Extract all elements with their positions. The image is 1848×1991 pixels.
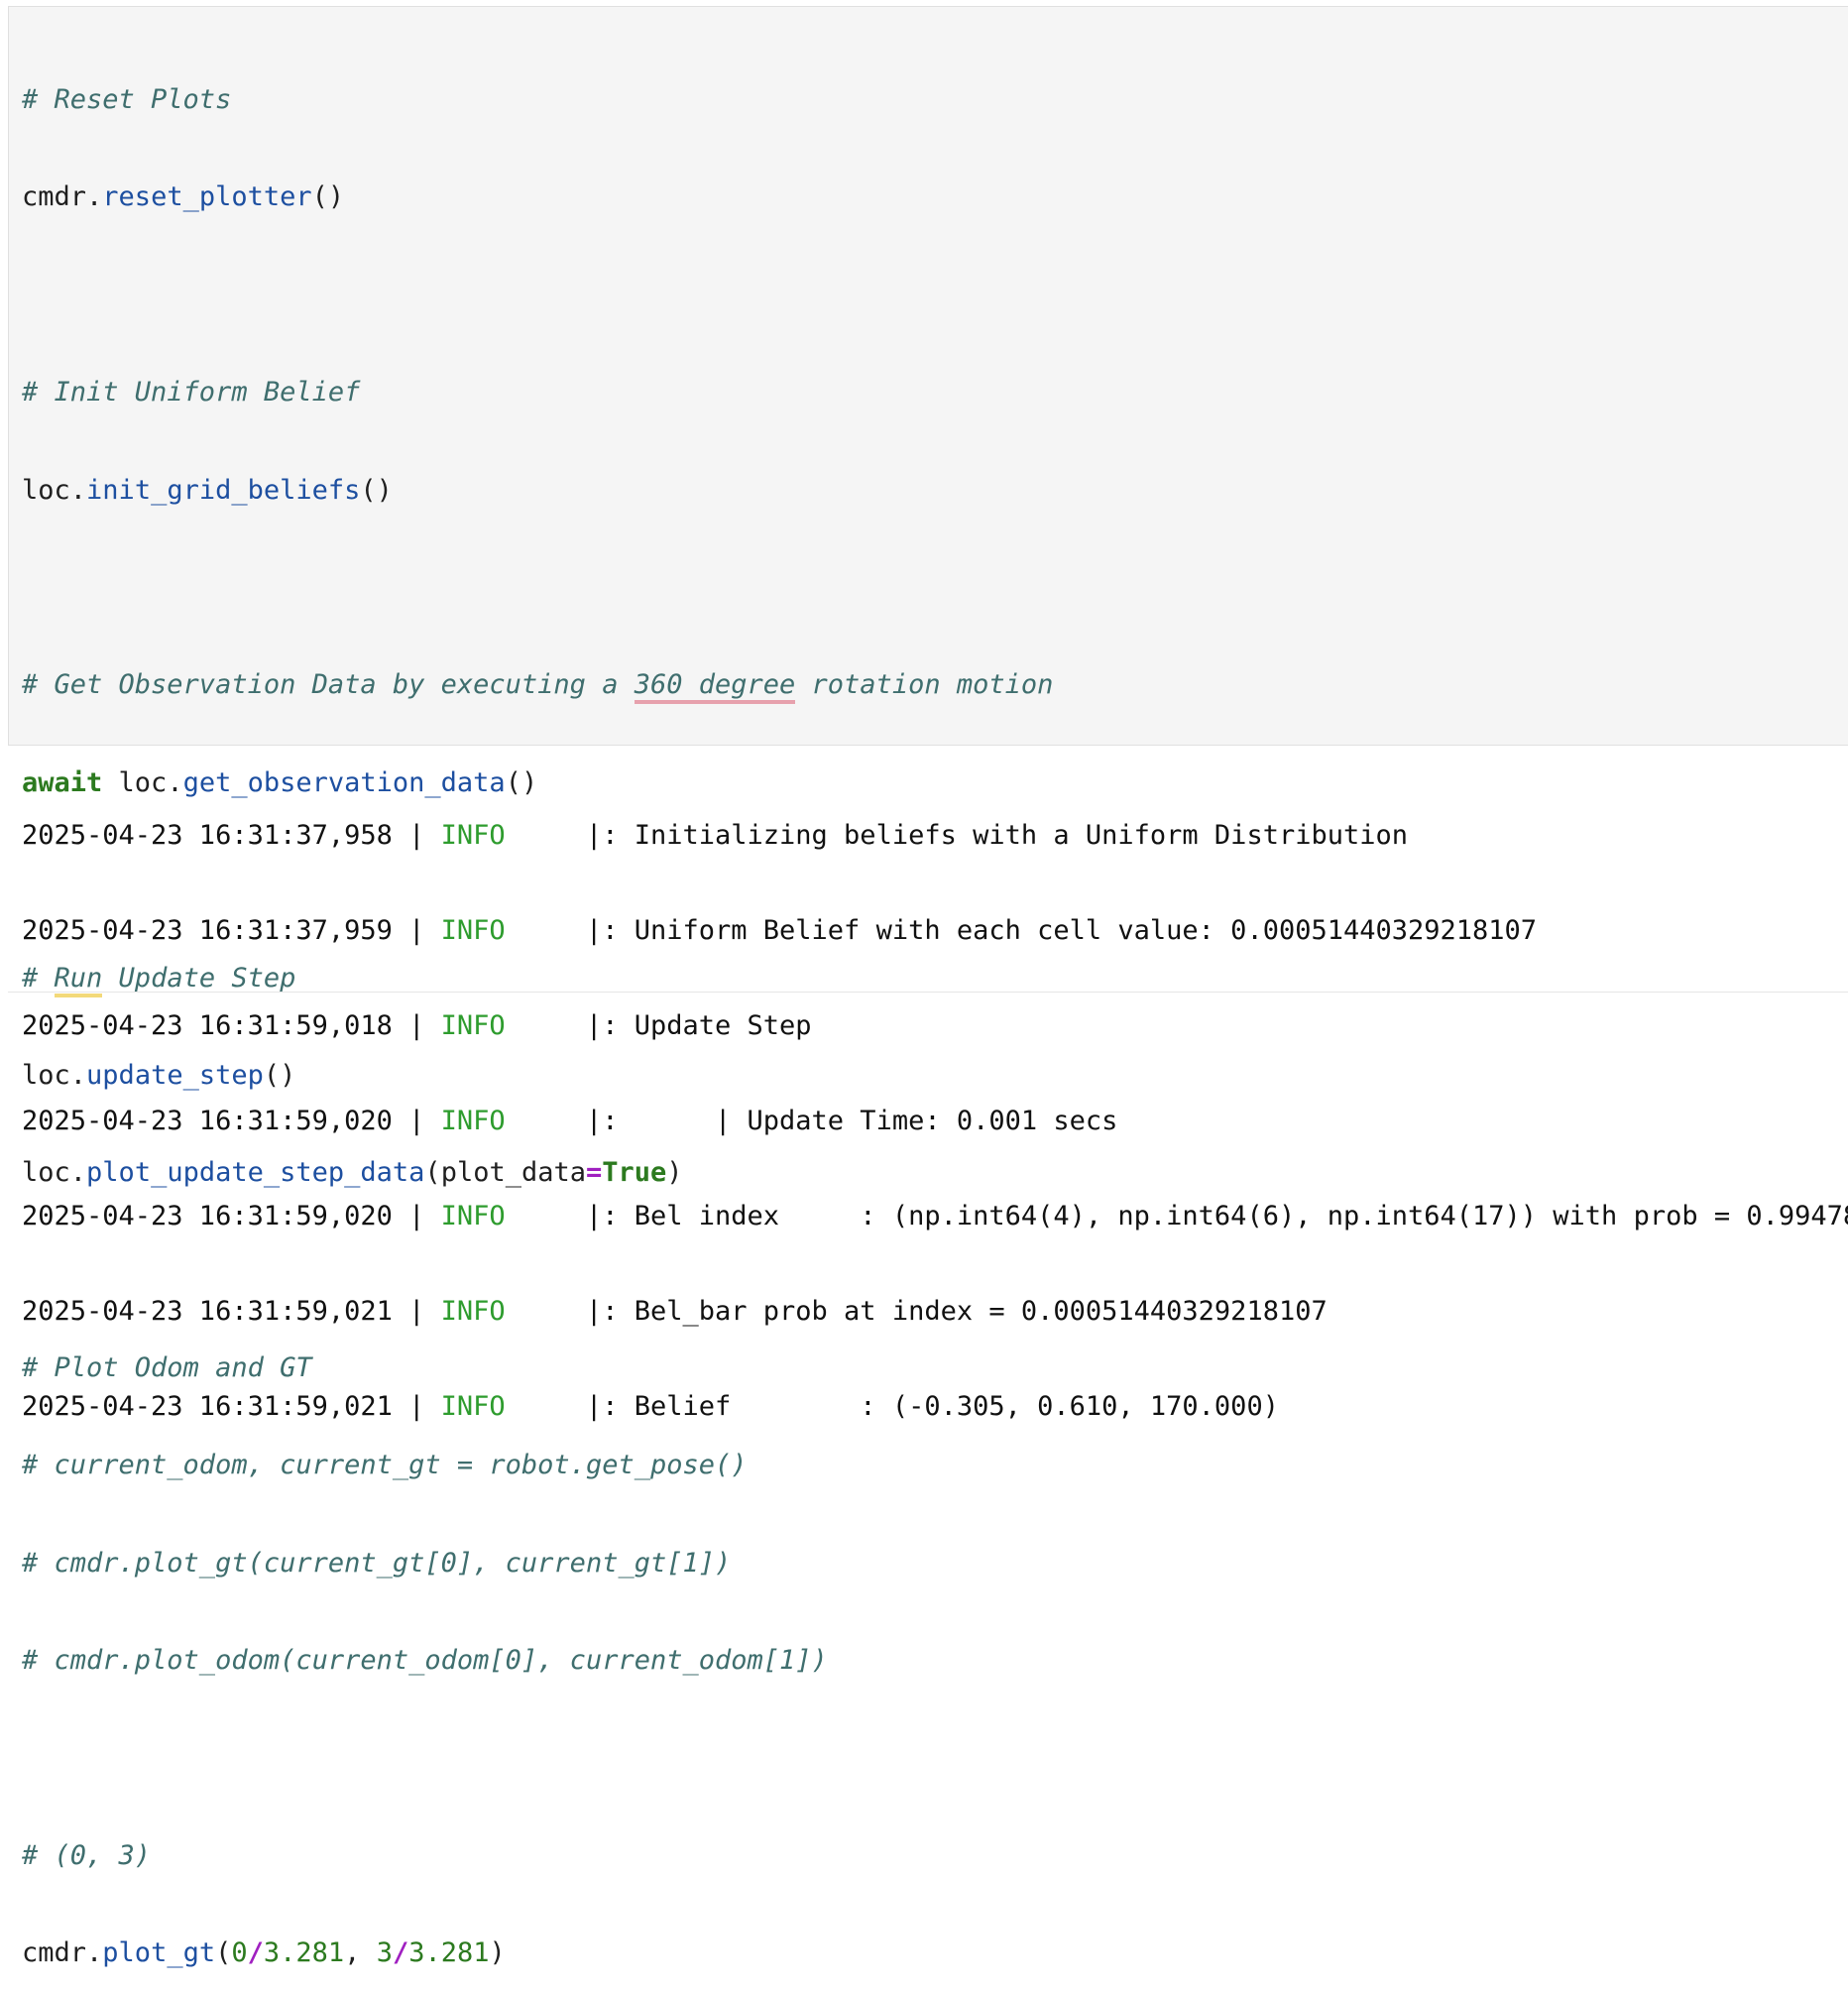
log-level: INFO (440, 915, 506, 946)
code-line: cmdr.reset_plotter() (22, 181, 345, 213)
code-comment: # Init Uniform Belief (22, 377, 361, 409)
log-line: 2025-04-23 16:31:37,958 | INFO |: Initia… (22, 820, 1408, 851)
code-object: cmdr (22, 181, 87, 213)
code-line: # cmdr.plot_gt(current_gt[0], current_gt… (22, 1546, 1053, 1581)
code-args: () (311, 181, 345, 213)
code-object: loc (22, 474, 70, 506)
code-object: cmdr (22, 1937, 87, 1969)
log-level: INFO (440, 1010, 506, 1041)
code-operator: / (247, 1937, 264, 1969)
code-line: # Init Uniform Belief (22, 375, 1053, 410)
log-line: 2025-04-23 16:31:59,021 | INFO |: Bel_ba… (22, 1296, 1328, 1327)
log-line: 2025-04-23 16:31:59,018 | INFO |: Update… (22, 1010, 812, 1041)
code-comment: rotation motion (795, 669, 1054, 701)
code-function: plot_gt (102, 1937, 216, 1969)
log-message: | Update Time: 0.001 secs (634, 1106, 1118, 1136)
log-line: 2025-04-23 16:31:59,020 | INFO |: Bel in… (22, 1200, 1848, 1233)
code-line: # cmdr.plot_odom(current_odom[0], curren… (22, 1643, 1053, 1679)
code-comment: # (0, 3) (22, 1840, 152, 1872)
log-level: INFO (440, 1106, 506, 1136)
log-timestamp: 2025-04-23 16:31:59,020 (22, 1201, 393, 1231)
log-timestamp: 2025-04-23 16:31:37,958 (22, 820, 393, 851)
log-timestamp: 2025-04-23 16:31:59,020 (22, 1106, 393, 1136)
log-timestamp: 2025-04-23 16:31:59,021 (22, 1296, 393, 1327)
log-level: INFO (440, 1201, 506, 1231)
code-comment: # cmdr.plot_gt(current_gt[0], current_gt… (22, 1547, 732, 1579)
log-message: Uniform Belief with each cell value: 0.0… (634, 915, 1538, 946)
code-function: init_grid_beliefs (86, 474, 361, 506)
log-timestamp: 2025-04-23 16:31:59,018 (22, 1010, 393, 1041)
log-message: Bel index : (np.int64(4), np.int64(6), n… (634, 1201, 1848, 1231)
spellcheck-flagged-word[interactable]: 360 degree (634, 669, 796, 705)
code-function: reset_plotter (102, 181, 312, 213)
log-line: 2025-04-23 16:31:59,021 | INFO |: Belief… (22, 1391, 1279, 1422)
code-number: 3.281 (263, 1937, 345, 1969)
code-comment: # current_odom, current_gt = robot.get_p… (22, 1450, 748, 1481)
code-separator: , (344, 1937, 377, 1969)
code-line: # (0, 3) (22, 1838, 1053, 1874)
code-line: # Reset Plots (22, 82, 1053, 118)
code-cell[interactable]: # Reset Plots cmdr.reset_plotter() # Ini… (8, 6, 1848, 1968)
log-timestamp: 2025-04-23 16:31:37,959 (22, 915, 393, 946)
log-message: Initializing beliefs with a Uniform Dist… (634, 820, 1408, 851)
code-operator: / (392, 1937, 409, 1969)
code-comment: # Get Observation Data by executing a (22, 669, 635, 701)
code-number: 0 (231, 1937, 248, 1969)
log-message: Update Step (634, 1010, 812, 1041)
code-args: () (360, 474, 393, 506)
code-number: 3 (376, 1937, 393, 1969)
code-comment: # cmdr.plot_odom(current_odom[0], curren… (22, 1645, 828, 1677)
cell-output: 2025-04-23 16:31:37,958 | INFO |: Initia… (22, 758, 1848, 1455)
log-line: 2025-04-23 16:31:59,020 | INFO |: | Upda… (22, 1106, 1118, 1136)
log-message: Bel_bar prob at index = 0.00051440329218… (634, 1296, 1328, 1327)
log-level: INFO (440, 1296, 506, 1327)
log-timestamp: 2025-04-23 16:31:59,021 (22, 1391, 393, 1422)
log-message: Belief : (-0.305, 0.610, 170.000) (634, 1391, 1279, 1422)
code-line: loc.init_grid_beliefs() (22, 474, 393, 506)
code-number: 3.281 (408, 1937, 490, 1969)
code-line: # Get Observation Data by executing a 36… (22, 667, 1054, 705)
output-divider (8, 992, 1848, 993)
code-comment: # Reset Plots (22, 84, 232, 115)
code-line: cmdr.plot_gt(0/3.281, 3/3.281) (22, 1937, 506, 1969)
log-line: 2025-04-23 16:31:37,959 | INFO |: Unifor… (22, 915, 1538, 946)
log-level: INFO (440, 1391, 506, 1422)
log-level: INFO (440, 820, 506, 851)
